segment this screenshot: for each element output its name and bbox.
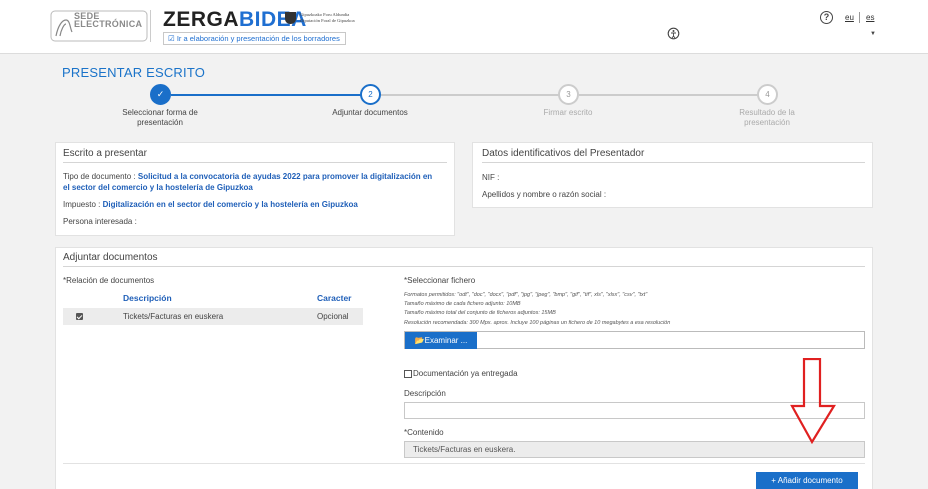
col-caracter[interactable]: Caracter bbox=[317, 293, 352, 303]
tipo-value-2: el sector del comercio y la hostelería d… bbox=[63, 183, 253, 192]
accessibility-icon[interactable] bbox=[667, 27, 680, 40]
step-4-circle: 4 bbox=[757, 84, 778, 105]
step-line-1 bbox=[171, 94, 361, 96]
step-3-circle: 3 bbox=[558, 84, 579, 105]
foral-line1: Gipuzkoako Foru Aldundia bbox=[300, 12, 350, 17]
examinar-button[interactable]: 📂Examinar ... bbox=[405, 332, 477, 349]
formatos-text: Formatos permitidos: "odt", "doc", "docx… bbox=[404, 292, 648, 298]
tipo-value-1: Solicitud a la convocatoria de ayudas 20… bbox=[137, 172, 433, 181]
impuesto-label: Impuesto : bbox=[63, 200, 101, 209]
col-descripcion[interactable]: Descripción bbox=[123, 293, 172, 303]
draft-link[interactable]: ☑ Ir a elaboración y presentación de los… bbox=[163, 32, 346, 45]
edit-icon: ☑ bbox=[168, 34, 177, 43]
ya-entregada-checkbox[interactable] bbox=[404, 370, 412, 378]
step-line-2 bbox=[381, 94, 559, 96]
foral-line2: Diputación Foral de Gipuzkoa bbox=[300, 17, 355, 23]
relacion-label: *Relación de documentos bbox=[63, 276, 155, 285]
tipo-documento-2: el sector del comercio y la hostelería d… bbox=[63, 183, 253, 192]
bidea-text: BIDEA bbox=[239, 8, 307, 31]
red-arrow-annotation bbox=[790, 358, 836, 444]
draft-link-label: Ir a elaboración y presentación de los b… bbox=[176, 34, 340, 43]
impuesto: Impuesto : Digitalización en el sector d… bbox=[63, 200, 358, 209]
escrito-title: Escrito a presentar bbox=[63, 148, 147, 159]
adjuntar-bottom-rule bbox=[63, 463, 865, 464]
descripcion-label: Descripción bbox=[404, 389, 446, 398]
tam-cada-text: Tamaño máximo de cada fichero adjunto: 1… bbox=[404, 301, 521, 307]
escrito-rule bbox=[63, 162, 447, 163]
step-3-label: Firmar escrito bbox=[543, 108, 593, 117]
seleccionar-label: *Seleccionar fichero bbox=[404, 276, 476, 285]
presentador-title: Datos identificativos del Presentador bbox=[482, 148, 645, 159]
row-checkbox[interactable] bbox=[76, 313, 83, 320]
header-divider bbox=[150, 10, 151, 42]
lang-eu-link[interactable]: eu bbox=[845, 13, 854, 22]
contenido-label: *Contenido bbox=[404, 428, 444, 437]
top-header: SEDE ELECTRÓNICA ZERGABIDEA Gipuzkoako F… bbox=[0, 0, 928, 54]
lang-separator bbox=[859, 12, 860, 23]
persona-interesada: Persona interesada : bbox=[63, 217, 137, 226]
help-icon[interactable]: ? bbox=[820, 11, 833, 24]
adjuntar-title: Adjuntar documentos bbox=[63, 252, 158, 263]
step-1-label: Seleccionar forma de presentación bbox=[122, 108, 198, 127]
step-1-circle: ✓ bbox=[150, 84, 171, 105]
ya-entregada-label: Documentación ya entregada bbox=[413, 369, 518, 378]
impuesto-value: Digitalización en el sector del comercio… bbox=[102, 200, 358, 209]
step-line-3 bbox=[579, 94, 759, 96]
nif: NIF : bbox=[482, 173, 500, 182]
examinar-label: Examinar ... bbox=[424, 336, 468, 345]
lang-es-link[interactable]: es bbox=[866, 13, 874, 22]
row-caracter: Opcional bbox=[317, 312, 349, 321]
presentador-rule bbox=[482, 162, 865, 163]
folder-icon: 📂 bbox=[414, 336, 425, 345]
step-2-label: Adjuntar documentos bbox=[332, 108, 408, 117]
chevron-down-icon[interactable]: ▼ bbox=[870, 31, 876, 37]
sede-electronica-text: SEDE ELECTRÓNICA bbox=[74, 12, 143, 29]
sede-line2: ELECTRÓNICA bbox=[74, 19, 143, 29]
step-4-label: Resultado de la presentación bbox=[739, 108, 795, 127]
tipo-documento: Tipo de documento : Solicitud a la convo… bbox=[63, 172, 432, 181]
tam-total-text: Tamaño máximo total del conjunto de fich… bbox=[404, 310, 556, 316]
nombre: Apellidos y nombre o razón social : bbox=[482, 190, 607, 199]
step-2-circle: 2 bbox=[360, 84, 381, 105]
page-title: PRESENTAR ESCRITO bbox=[62, 65, 206, 80]
tipo-label: Tipo de documento : bbox=[63, 172, 136, 181]
adjuntar-rule bbox=[63, 266, 865, 267]
resolucion-text: Resolución recomendada: 300 Mpx. aprox. … bbox=[404, 320, 671, 326]
shield-icon bbox=[285, 12, 296, 24]
row-descripcion: Tickets/Facturas en euskera bbox=[123, 312, 224, 321]
add-document-button[interactable]: + Añadir documento bbox=[756, 472, 858, 489]
zerga-text: ZERGA bbox=[163, 8, 239, 31]
